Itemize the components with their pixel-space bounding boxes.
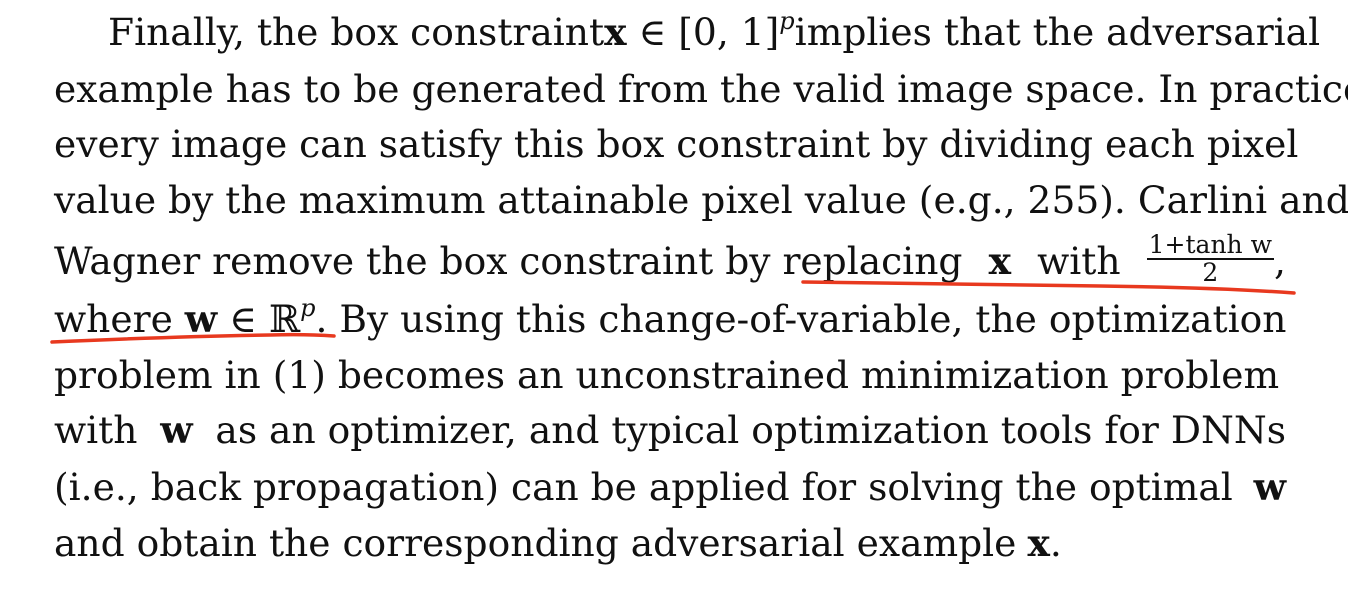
line-6-text-b: . By using this change-of-variable, the …	[315, 297, 1287, 341]
period: .	[1049, 521, 1062, 565]
superscript-p: p	[779, 7, 795, 35]
fraction-denominator: 2	[1202, 257, 1219, 287]
var-w: w	[1253, 465, 1286, 509]
superscript-p: p	[300, 294, 316, 322]
real-numbers-symbol: ℝ	[268, 297, 301, 341]
line-6-math: where w ∈ ℝp	[54, 294, 315, 349]
line-3: every image can satisfy this box constra…	[54, 122, 1299, 166]
line-6-text-a: where	[54, 297, 173, 341]
line-1-math: x ∈ [0, 1]p	[604, 7, 795, 62]
var-x: x	[1027, 521, 1050, 565]
line-5-text-b: with	[1037, 239, 1121, 283]
comma: ,	[1274, 239, 1286, 283]
var-x: x	[604, 10, 627, 54]
line-8: with w as an optimizer, and typical opti…	[54, 405, 1286, 455]
interval: [0, 1]	[678, 10, 780, 54]
line-9-text-a: (i.e., back propagation) can be applied …	[54, 465, 1233, 509]
line-1-text-a: Finally, the box constraint	[108, 10, 605, 54]
line-1: Finally, the box constraint x ∈ [0, 1]p …	[54, 7, 1320, 57]
line-10: and obtain the corresponding adversarial…	[54, 518, 1286, 568]
var-w: w	[184, 297, 218, 341]
line-8-text-b: as an optimizer, and typical optimizatio…	[215, 408, 1286, 452]
line-7: problem in (1) becomes an unconstrained …	[54, 353, 1280, 397]
var-w: w	[160, 408, 193, 452]
line-4: value by the maximum attainable pixel va…	[54, 178, 1348, 222]
line-9: (i.e., back propagation) can be applied …	[54, 462, 1286, 512]
line-8-text-a: with	[54, 408, 138, 452]
line-2: example has to be generated from the val…	[54, 67, 1348, 111]
fraction-numerator: 1+tanh w	[1146, 229, 1275, 260]
fraction: 1+tanh w2,	[1146, 231, 1286, 292]
var-x: x	[988, 239, 1011, 283]
line-6: where w ∈ ℝp . By using this change-of-v…	[54, 294, 1286, 344]
element-of-symbol: ∈	[638, 10, 667, 54]
element-of-symbol: ∈	[229, 297, 257, 341]
line-10-text-a: and obtain the corresponding adversarial…	[54, 521, 1017, 565]
line-1-text-b: implies that the adversarial	[794, 10, 1321, 54]
line-5-text-a: Wagner remove the box constraint by repl…	[54, 239, 963, 283]
line-5: Wagner remove the box constraint by repl…	[54, 231, 1286, 286]
